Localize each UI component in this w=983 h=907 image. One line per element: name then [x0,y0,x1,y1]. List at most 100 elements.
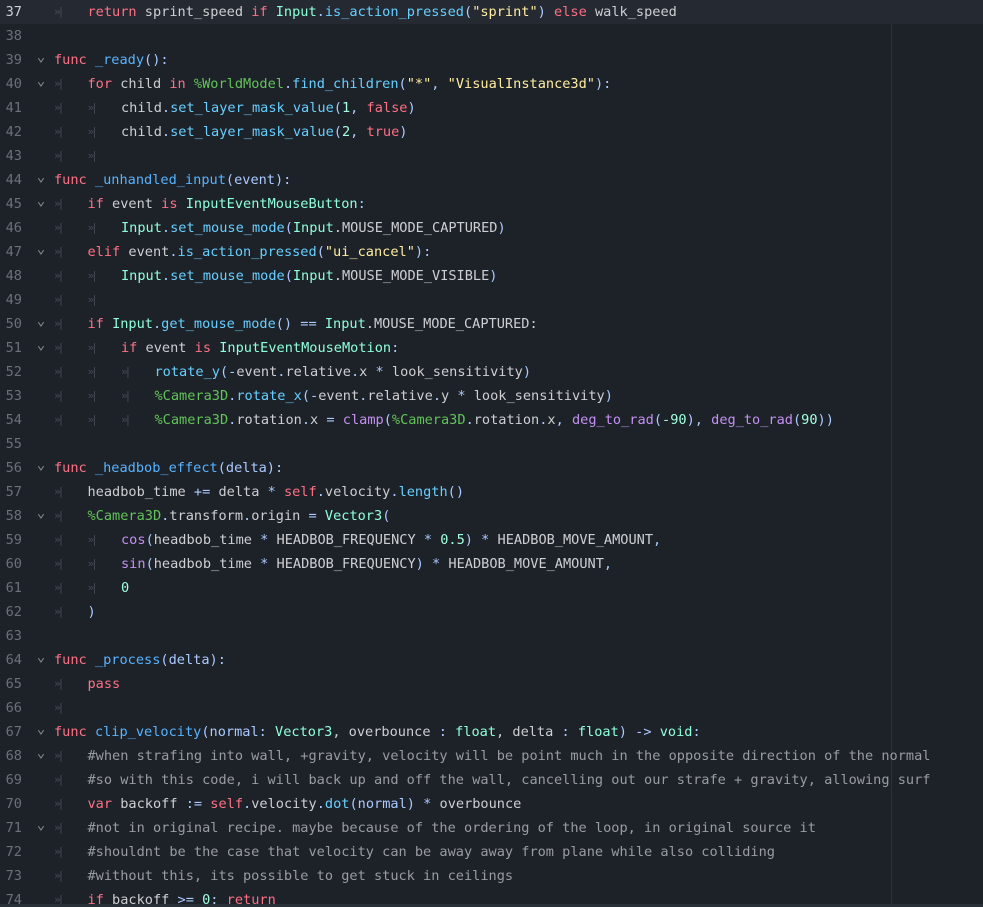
code-line[interactable]: 37 »| return sprint_speed if Input.is_acti… [0,0,983,24]
tab-indent-icon: »| [54,749,64,762]
code-token: InputEventMouseButton [185,196,358,212]
code-token: ( [653,412,663,428]
code-line[interactable]: 50 ⌄ »| if Input.get_mouse_mode() == Input.… [0,312,983,336]
code-line[interactable]: 52 »| »| »| rotate_y(-event.relative.x * loo… [0,360,983,384]
fold-chevron-icon[interactable]: ⌄ [34,72,48,96]
code-token: )) [817,412,834,428]
code-line[interactable]: 53 »| »| »| %Camera3D.rotate_x(-event.relati… [0,384,983,408]
code-token: overbounce [431,796,522,812]
code-token: event [318,388,360,404]
code-line[interactable]: 71 ⌄ »| #not in original recipe. maybe beca… [0,816,983,840]
code-text: ) [88,600,96,624]
fold-chevron-icon[interactable]: ⌄ [34,312,48,336]
code-token: rotation [473,412,540,428]
code-token: %Camera3D [391,412,466,428]
code-token: look_sensitivity [383,364,523,380]
code-line[interactable]: 51 ⌄ »| »| if event is InputEventMouseMotion… [0,336,983,360]
code-editor[interactable]: 37 »| return sprint_speed if Input.is_acti… [0,0,983,907]
tab-indent-icon: »| [54,317,64,330]
code-line[interactable]: 58 ⌄ »| %Camera3D.transform.origin = Vector… [0,504,983,528]
fold-chevron-icon[interactable]: ⌄ [34,744,48,768]
code-line[interactable]: 67 ⌄ func clip_velocity(normal: Vector3, o… [0,720,983,744]
code-line[interactable]: 40 ⌄ »| for child in %WorldModel.find_child… [0,72,983,96]
code-line[interactable]: 68 ⌄ »| #when strafing into wall, +gravity,… [0,744,983,768]
code-token: self [210,796,244,812]
code-line[interactable]: 69 »| #so with this code, i will back up a… [0,768,983,792]
code-token: %Camera3D [154,388,229,404]
code-token: . [350,364,360,380]
fold-chevron-icon[interactable]: ⌄ [34,192,48,216]
fold-chevron-icon[interactable]: ⌄ [34,168,48,192]
fold-chevron-icon[interactable]: ⌄ [34,816,48,840]
code-line[interactable]: 56 ⌄ func _headbob_effect(delta): [0,456,983,480]
code-token: "sprint" [472,4,538,20]
line-number: 48 [5,268,22,284]
code-line[interactable]: 45 ⌄ »| if event is InputEventMouseButton: [0,192,983,216]
code-line[interactable]: 44 ⌄ func _unhandled_input(event): [0,168,983,192]
code-token: get_mouse_mode [161,316,276,332]
code-line[interactable]: 62 »|) [0,600,983,624]
fold-chevron-icon[interactable]: ⌄ [34,240,48,264]
code-line[interactable]: 46 »| »| Input.set_mouse_mode(Input.MOUSE_M… [0,216,983,240]
code-line[interactable]: 60 »| »| sin(headbob_time * HEADBOB_FREQUEN… [0,552,983,576]
fold-chevron-icon[interactable]: ⌄ [34,720,48,744]
fold-chevron-icon[interactable]: ⌄ [34,648,48,672]
code-text: %Camera3D.transform.origin = Vector3( [88,504,391,528]
code-line[interactable]: 42 »| »| child.set_layer_mask_value(2, true… [0,120,983,144]
code-token: #without this, its possible to get stuck… [87,868,514,884]
code-line[interactable]: 73 »| #without this, its possible to get s… [0,864,983,888]
code-line[interactable]: 59 »| »| cos(headbob_time * HEADBOB_FREQUEN… [0,528,983,552]
code-token: deg_to_rad [711,412,793,428]
code-token: ( [792,412,802,428]
code-token: child [121,100,162,116]
fold-chevron-icon[interactable]: ⌄ [34,336,48,360]
code-token: Input [292,268,334,284]
code-token: HEADBOB_MOVE_AMOUNT [489,532,654,548]
fold-chevron-icon[interactable]: ⌄ [34,504,48,528]
code-token: ) [415,556,433,572]
tab-indent-icon: »| [87,389,98,402]
code-token: headbob_time [153,556,261,572]
code-text: cos(headbob_time * HEADBOB_FREQUENCY * 0… [121,528,661,552]
code-line[interactable]: 65 »| pass [0,672,983,696]
code-line[interactable]: 48 »| »| Input.set_mouse_mode(Input.MOUSE_M… [0,264,983,288]
code-token: (normal [201,724,259,740]
code-token: %Camera3D [87,508,162,524]
tab-indent-icon: »| [54,269,64,282]
code-token: is_action_pressed [177,244,317,260]
code-line[interactable]: 70 »| var backoff := self.velocity.dot(nor… [0,792,983,816]
code-line[interactable]: 49 »| »| [0,288,983,312]
tab-indent-icon: »| [54,605,64,618]
code-line[interactable]: 41 »| »| child.set_layer_mask_value(1, fals… [0,96,983,120]
code-line[interactable]: 43 »| »| [0,144,983,168]
code-line[interactable]: 47 ⌄ »| elif event.is_action_pressed("ui_ca… [0,240,983,264]
code-line[interactable]: 57 »| headbob_time += delta * self.velocit… [0,480,983,504]
code-token: sprint_speed [136,4,252,20]
code-text: rotate_y(-event.relative.x * look_sensit… [155,360,532,384]
code-text: 0 [121,576,129,600]
code-line[interactable]: 63 [0,624,983,648]
code-line[interactable]: 55 [0,432,983,456]
code-line[interactable]: 38 [0,24,983,48]
code-line[interactable]: 54 »| »| »| %Camera3D.rotation.x = clamp(%Ca… [0,408,983,432]
fold-chevron-icon[interactable]: ⌄ [34,48,48,72]
code-text: func _headbob_effect(delta): [54,456,283,480]
code-line[interactable]: 64 ⌄ func _process(delta): [0,648,983,672]
code-token: headbob_time [87,484,194,500]
line-number: 47 [5,244,22,260]
tab-indent-icon: »| [87,581,98,594]
code-token: #so with this code, i will back up and o… [87,772,931,788]
code-line[interactable]: 72 »| #shouldnt be the case that velocity … [0,840,983,864]
code-text: var backoff := self.velocity.dot(normal)… [88,792,522,816]
code-line[interactable]: 66 »| [0,696,983,720]
code-line[interactable]: 61 »| »| 0 [0,576,983,600]
code-line[interactable]: 39 ⌄ func _ready(): [0,48,983,72]
code-token: () [447,484,465,500]
code-token: set_mouse_mode [170,220,285,236]
fold-chevron-icon[interactable]: ⌄ [34,456,48,480]
code-token: elif [87,244,121,260]
code-token: , [603,556,613,572]
line-number: 72 [5,844,22,860]
code-token: true [366,124,400,140]
